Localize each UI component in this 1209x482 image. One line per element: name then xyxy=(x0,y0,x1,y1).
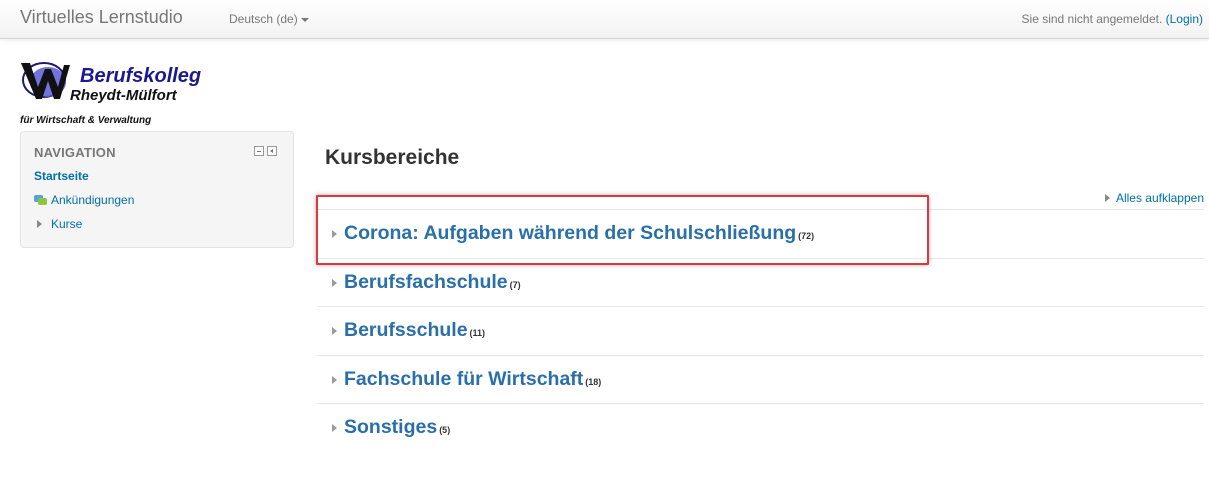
category-row[interactable]: Berufsfachschule (7) xyxy=(317,258,1204,306)
collapse-icon[interactable] xyxy=(254,146,264,156)
forum-icon xyxy=(34,194,48,206)
category-name[interactable]: Berufsfachschule xyxy=(344,271,508,294)
expand-arrow-icon[interactable] xyxy=(37,220,42,228)
highlight-box xyxy=(316,195,929,265)
login-status-text: Sie sind nicht angemeldet. xyxy=(1021,12,1163,26)
nav-home-link[interactable]: Startseite xyxy=(34,169,89,183)
category-count: (18) xyxy=(585,377,602,387)
category-row[interactable]: Berufsschule (11) xyxy=(317,306,1204,354)
category-name[interactable]: Berufsschule xyxy=(344,319,468,342)
collapsed-arrow-icon[interactable] xyxy=(332,423,337,432)
dock-icon[interactable] xyxy=(267,146,277,156)
category-name[interactable]: Fachschule für Wirtschaft xyxy=(344,368,583,391)
category-count: (5) xyxy=(439,425,451,435)
expand-all-label: Alles aufklappen xyxy=(1115,191,1204,205)
language-menu[interactable]: Deutsch (de) xyxy=(229,12,309,26)
nav-item-label: Ankündigungen xyxy=(51,193,135,207)
school-logo[interactable]: Berufskolleg Rheydt-Mülfort für Wirtscha… xyxy=(18,55,228,127)
login-link[interactable]: (Login) xyxy=(1166,12,1203,26)
language-label: Deutsch (de) xyxy=(229,12,298,26)
collapsed-arrow-icon[interactable] xyxy=(332,375,337,384)
nav-item-label: Kurse xyxy=(51,217,83,231)
nav-item-courses[interactable]: Kurse xyxy=(34,217,82,231)
navigation-title: NAVIGATION xyxy=(34,145,116,160)
collapsed-arrow-icon[interactable] xyxy=(332,278,337,287)
category-row[interactable]: Sonstiges (5) xyxy=(317,403,1204,451)
nav-item-announcements[interactable]: Ankündigungen xyxy=(34,193,134,207)
page-title: Kursbereiche xyxy=(325,146,460,169)
category-count: (11) xyxy=(469,328,486,338)
category-row[interactable]: Fachschule für Wirtschaft (18) xyxy=(317,355,1204,403)
logo-line-2: Rheydt-Mülfort xyxy=(70,87,178,104)
site-brand[interactable]: Virtuelles Lernstudio xyxy=(20,7,183,28)
block-controls xyxy=(254,146,277,156)
expand-arrow-icon xyxy=(1104,194,1110,202)
caret-down-icon xyxy=(300,17,309,22)
category-name[interactable]: Sonstiges xyxy=(344,416,437,439)
navigation-block: NAVIGATION Startseite Ankündigungen Kurs… xyxy=(20,131,294,248)
collapsed-arrow-icon[interactable] xyxy=(332,326,337,335)
login-info: Sie sind nicht angemeldet. (Login) xyxy=(1022,12,1203,26)
logo-line-3: für Wirtschaft & Verwaltung xyxy=(20,115,151,126)
expand-all-link[interactable]: Alles aufklappen xyxy=(1104,191,1204,205)
logo-line-1: Berufskolleg xyxy=(80,65,201,87)
category-count: (7) xyxy=(509,280,521,290)
top-navbar: Virtuelles Lernstudio Deutsch (de) Sie s… xyxy=(0,0,1209,39)
